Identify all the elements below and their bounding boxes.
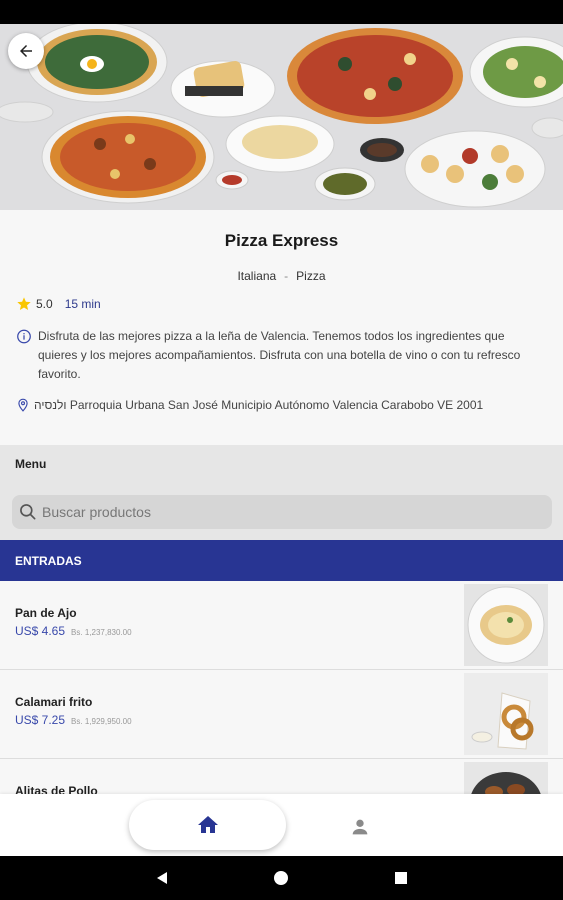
restaurant-hero-image [0,24,563,210]
product-item[interactable]: Pan de Ajo US$ 4.65 Bs. 1,237,830.00 [0,581,563,670]
product-price-usd: US$ 7.25 [15,713,66,727]
product-image [464,584,548,666]
product-prices: US$ 7.25 Bs. 1,929,950.00 [15,713,132,727]
system-back-button[interactable] [152,868,172,888]
delivery-time: 15 min [64,297,101,311]
system-home-button[interactable] [271,868,291,888]
search-input[interactable] [42,504,522,520]
restaurant-description: Disfruta de las mejores pizza a la leña … [16,327,547,384]
rating-value: 5.0 [36,297,53,311]
search-bar[interactable] [12,495,552,529]
category-label: Pizza [296,269,326,283]
category-separator: - [284,269,289,283]
product-name: Pan de Ajo [15,606,77,620]
restaurant-info: Pizza Express Italiana - Pizza 5.0 15 mi… [0,231,563,413]
restaurant-categories: Italiana - Pizza [0,269,563,283]
category-label: Italiana [237,269,277,283]
system-navigation-bar [0,856,563,900]
food-photo [0,24,563,210]
description-text: Disfruta de las mejores pizza a la leña … [38,329,521,381]
product-item[interactable]: Calamari frito US$ 7.25 Bs. 1,929,950.00 [0,670,563,759]
restaurant-name: Pizza Express [224,231,339,250]
product-price-bs: Bs. 1,237,830.00 [71,628,132,637]
person-icon [352,819,368,835]
back-button[interactable] [8,33,44,69]
star-icon [17,297,31,310]
product-price-bs: Bs. 1,929,950.00 [71,717,132,726]
triangle-back-icon [157,872,167,884]
square-recents-icon [395,872,407,884]
info-icon [17,329,31,344]
bottom-navigation [0,794,563,856]
product-name: Calamari frito [15,695,93,709]
home-icon [197,816,218,833]
restaurant-address: ולנסיה Parroquia Urbana San José Municip… [16,397,547,413]
nav-home-button[interactable] [129,800,286,850]
product-price-usd: US$ 4.65 [15,624,66,638]
arrow-left-icon [20,45,32,57]
menu-section: Menu [0,445,563,540]
circle-home-icon [274,871,288,885]
restaurant-meta: 5.0 15 min [16,296,563,312]
location-pin-icon [18,398,28,412]
address-text: ולנסיה Parroquia Urbana San José Municip… [34,398,484,412]
category-header[interactable]: ENTRADAS [0,540,563,581]
status-bar [0,0,563,24]
system-recents-button[interactable] [391,868,411,888]
product-prices: US$ 4.65 Bs. 1,237,830.00 [15,624,132,638]
nav-profile-button[interactable] [345,812,375,842]
menu-title: Menu [15,457,47,471]
product-image [464,673,548,755]
app-screen: Pizza Express Italiana - Pizza 5.0 15 mi… [0,24,563,856]
search-icon [20,504,36,520]
